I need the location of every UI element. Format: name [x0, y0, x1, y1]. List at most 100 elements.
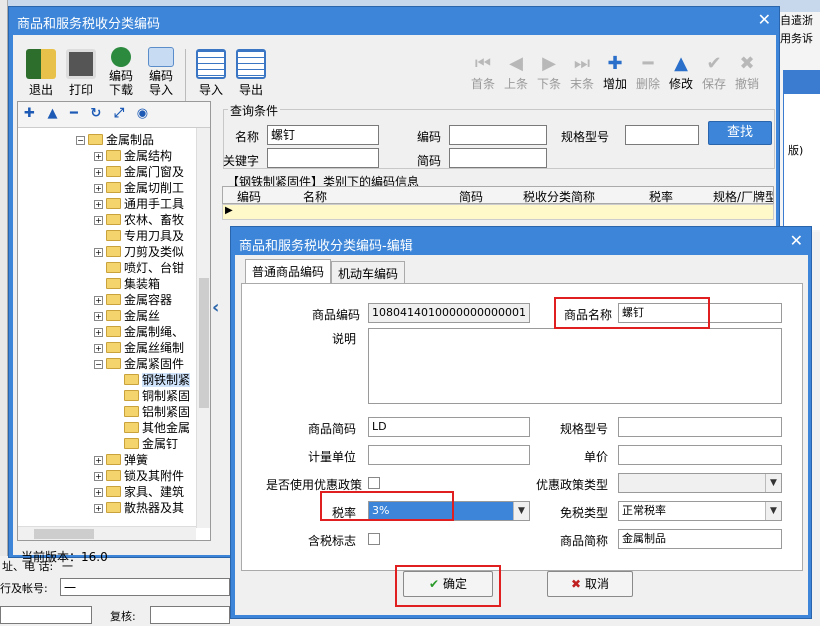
tree-expander-icon[interactable]: + — [94, 200, 103, 209]
goods-abbrev-field[interactable]: 金属制品 — [618, 529, 782, 549]
find-button[interactable]: 查找 — [708, 121, 772, 145]
cancel-button[interactable]: ✖ 取消 — [547, 571, 633, 597]
tree-expander-icon[interactable]: + — [94, 312, 103, 321]
tree-node[interactable]: + 弹簧 — [94, 452, 148, 468]
code-import-button[interactable]: 编码 导入 — [141, 47, 181, 97]
query-short-input[interactable] — [449, 148, 547, 168]
tree-expander-icon[interactable]: + — [94, 152, 103, 161]
main-window-close-button[interactable]: ✕ — [758, 10, 771, 29]
tree-node[interactable]: 金属钉 — [112, 436, 178, 452]
tree-expander-icon[interactable]: + — [94, 344, 103, 353]
short-code-field[interactable]: LD — [368, 417, 530, 437]
tree-expander-icon[interactable]: + — [94, 296, 103, 305]
tree-node[interactable]: + 金属容器 — [94, 292, 172, 308]
exit-button[interactable]: 退出 — [21, 49, 61, 98]
collapse-panel-icon[interactable]: ‹ — [212, 297, 219, 318]
tree-expander-icon[interactable]: + — [94, 216, 103, 225]
tree-node[interactable]: + 农林、畜牧 — [94, 212, 184, 228]
tree-expander-icon[interactable]: + — [94, 488, 103, 497]
tree-node[interactable]: + 金属结构 — [94, 148, 172, 164]
grid-col-spec[interactable]: 规格/厂牌型 — [713, 188, 773, 205]
tree-node[interactable]: + 金属丝 — [94, 308, 160, 324]
tree-locate-icon[interactable]: ◉ — [137, 106, 148, 121]
tree-vertical-thumb[interactable] — [199, 278, 209, 408]
tree-expander-icon[interactable]: + — [94, 472, 103, 481]
ok-button[interactable]: ✔ 确定 — [403, 571, 493, 597]
grid-col-abbrev[interactable]: 税收分类简称 — [523, 188, 595, 205]
bg-select[interactable] — [0, 606, 92, 624]
tree-add-icon[interactable]: ✚ — [24, 106, 35, 121]
tree-node[interactable]: 铝制紧固 — [112, 404, 190, 420]
grid-col-code[interactable]: 编码 — [237, 188, 261, 205]
query-name-input[interactable]: 螺钉 — [267, 125, 379, 145]
tree-node[interactable]: + 家具、建筑 — [94, 484, 184, 500]
tax-included-checkbox[interactable] — [368, 533, 380, 545]
delete-button[interactable]: ━ 删除 — [632, 53, 664, 92]
export-button[interactable]: 导出 — [231, 49, 271, 98]
tree-node[interactable]: + 金属门窗及 — [94, 164, 184, 180]
tree-node[interactable]: + 刀剪及类似 — [94, 244, 184, 260]
tree-horizontal-thumb[interactable] — [34, 529, 94, 539]
tree-expander-icon[interactable]: − — [76, 136, 85, 145]
edit-button[interactable]: ▲ 修改 — [665, 53, 697, 92]
unit-field[interactable] — [368, 445, 530, 465]
tree-horizontal-scrollbar[interactable] — [18, 526, 196, 540]
tab-motor-vehicle[interactable]: 机动车编码 — [331, 261, 406, 283]
tree-node[interactable]: + 金属制绳、 — [94, 324, 184, 340]
tree-node[interactable]: + 散热器及其 — [94, 500, 184, 516]
undo-button[interactable]: ✖ 撤销 — [731, 53, 763, 92]
edit-dialog-close-button[interactable]: ✕ — [790, 231, 803, 250]
tab-normal-goods[interactable]: 普通商品编码 — [245, 259, 332, 283]
tree-node[interactable]: + 金属切削工 — [94, 180, 184, 196]
bg-bank-input[interactable]: 一 — [60, 578, 230, 596]
spec-field[interactable] — [618, 417, 782, 437]
tree-expander-icon[interactable]: − — [94, 360, 103, 369]
code-field[interactable]: 1080414010000000000001 — [368, 303, 530, 323]
import-button[interactable]: 导入 — [191, 49, 231, 98]
tree-expander-icon[interactable]: + — [94, 456, 103, 465]
price-field[interactable] — [618, 445, 782, 465]
tree-node[interactable]: 铜制紧固 — [112, 388, 190, 404]
tree-refresh-icon[interactable]: ↻ — [90, 106, 101, 121]
print-button[interactable]: 打印 — [61, 49, 101, 98]
save-button[interactable]: ✔ 保存 — [698, 53, 730, 92]
prev-record-button[interactable]: ◀ 上条 — [500, 53, 532, 92]
query-spec-input[interactable] — [625, 125, 699, 145]
next-record-button[interactable]: ▶ 下条 — [533, 53, 565, 92]
last-record-button[interactable]: ⏭ 末条 — [566, 53, 598, 92]
query-keyword-input[interactable] — [267, 148, 379, 168]
preferential-checkbox[interactable] — [368, 477, 380, 489]
tree-node[interactable]: 专用刀具及 — [94, 228, 184, 244]
tree-node[interactable]: + 金属丝绳制 — [94, 340, 184, 356]
tree-expander-icon[interactable]: + — [94, 504, 103, 513]
tree-node[interactable]: + 锁及其附件 — [94, 468, 184, 484]
tree-expander-icon[interactable]: + — [94, 184, 103, 193]
code-download-button[interactable]: 编码 下载 — [101, 47, 141, 97]
grid-new-row[interactable]: ▶ — [222, 204, 774, 220]
tree-up-icon[interactable]: ▲ — [47, 106, 57, 121]
add-button[interactable]: ✚ 增加 — [599, 53, 631, 92]
tree-expander-icon[interactable]: + — [94, 328, 103, 337]
tree-node[interactable]: + 通用手工具 — [94, 196, 184, 212]
tree-node[interactable]: − 金属紧固件 — [94, 356, 184, 372]
tree-node[interactable]: 其他金属 — [112, 420, 190, 436]
tree-node[interactable]: 集装箱 — [94, 276, 160, 292]
tree-toolbar: ✚ ▲ ━ ↻ ⤢ ◉ — [18, 102, 210, 128]
tree-remove-icon[interactable]: ━ — [70, 106, 78, 121]
first-record-button[interactable]: ⏮ 首条 — [467, 53, 499, 92]
query-code-input[interactable] — [449, 125, 547, 145]
tree-node[interactable]: 钢铁制紧 — [112, 372, 191, 388]
grid-col-short[interactable]: 简码 — [459, 188, 483, 205]
exempt-type-select[interactable]: 正常税率 ▼ — [618, 501, 782, 521]
description-field[interactable] — [368, 328, 782, 404]
tree-node[interactable]: 喷灯、台钳 — [94, 260, 184, 276]
grid-col-name[interactable]: 名称 — [303, 188, 327, 205]
tree-expander-icon[interactable]: + — [94, 248, 103, 257]
tree-expander-icon[interactable]: + — [94, 168, 103, 177]
tree-vertical-scrollbar[interactable] — [196, 128, 210, 528]
bg-review-input[interactable] — [150, 606, 230, 624]
policy-type-select[interactable]: ▼ — [618, 473, 782, 493]
tree-expand-icon[interactable]: ⤢ — [114, 106, 124, 121]
grid-col-rate[interactable]: 税率 — [649, 188, 673, 205]
tree-node[interactable]: − 金属制品 — [76, 132, 154, 148]
